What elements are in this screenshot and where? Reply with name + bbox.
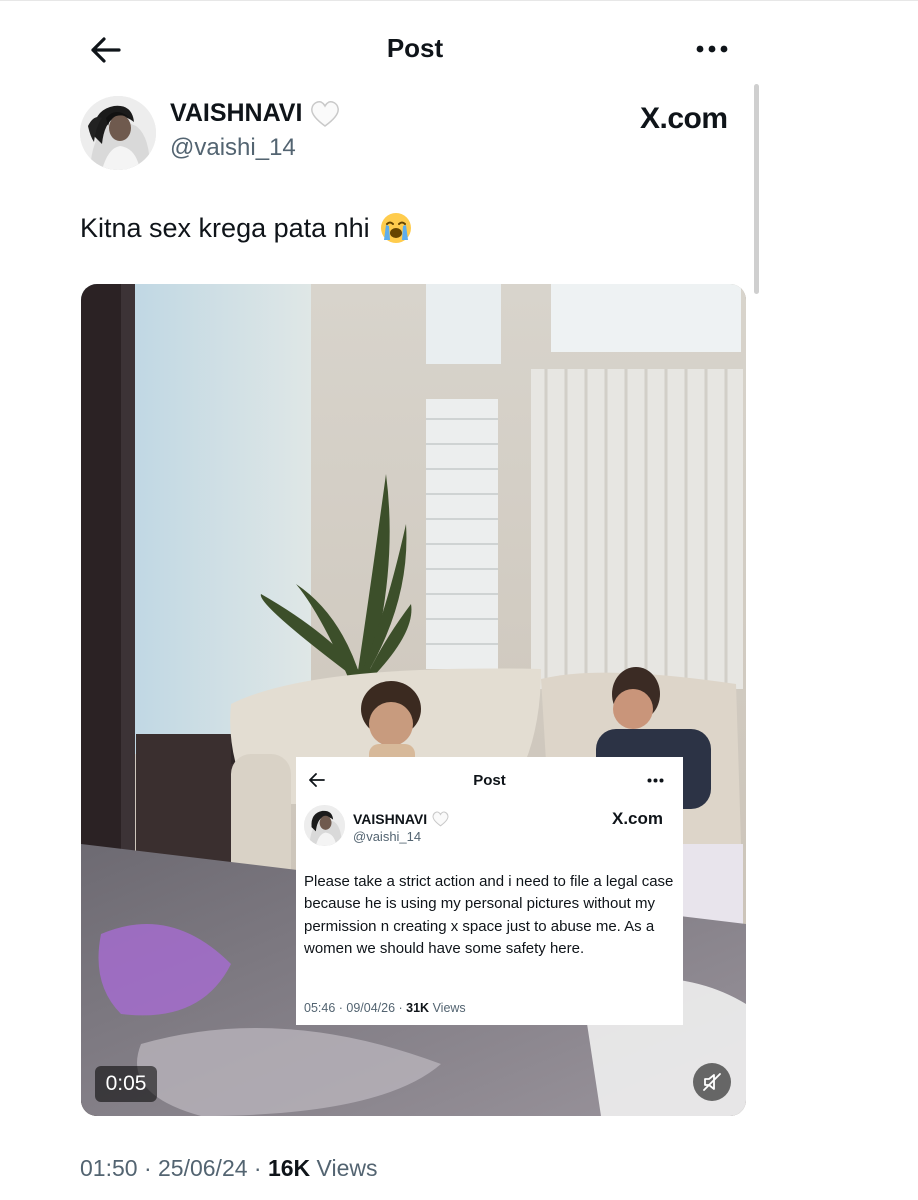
post-timestamp[interactable]: 01:50 · 25/06/24 · (80, 1155, 268, 1181)
post-author: VAISHNAVI @vaishi_14 X.com (80, 96, 760, 170)
display-name-text: VAISHNAVI (170, 99, 303, 127)
loudly-crying-face-icon (380, 213, 411, 243)
views-label: Views (310, 1155, 378, 1181)
embedded-views-count: 31K (406, 1001, 430, 1015)
handle[interactable]: @vaishi_14 (170, 134, 296, 162)
embedded-post-screenshot: Post VAISHNAVI @vaishi_14 X.com Please t… (296, 757, 683, 1025)
more-dots-icon (647, 778, 663, 782)
post-meta: 01:50 · 25/06/24 · 16K Views (80, 1155, 378, 1182)
video-time-badge: 0:05 (95, 1066, 157, 1102)
embedded-handle: @vaishi_14 (353, 829, 422, 844)
display-name[interactable]: VAISHNAVI (170, 99, 340, 128)
embedded-post-text: Please take a strict action and i need t… (304, 873, 674, 958)
embedded-more-dots (644, 771, 666, 789)
embedded-display-name-text: VAISHNAVI (353, 811, 428, 827)
mute-button[interactable] (693, 1063, 731, 1101)
embedded-timestamp: 05:46 · 09/04/26 · (304, 1001, 407, 1015)
more-options-button[interactable] (692, 34, 732, 64)
post-text-content: Kitna sex krega pata nhi (80, 212, 370, 243)
white-heart-icon (432, 811, 449, 827)
views-count[interactable]: 16K (268, 1155, 310, 1181)
more-dots-icon (696, 45, 728, 53)
embedded-title: Post (473, 772, 506, 789)
white-heart-icon (311, 100, 340, 127)
embedded-avatar (304, 805, 345, 846)
embedded-xcom-watermark: X.com (612, 809, 664, 828)
embedded-post-meta: 05:46 · 09/04/26 · 31K Views (304, 1001, 466, 1015)
avatar[interactable] (80, 96, 156, 170)
muted-speaker-icon (703, 1073, 721, 1091)
embedded-display-name: VAISHNAVI (353, 811, 449, 827)
embedded-views-label: Views (429, 1001, 466, 1015)
xcom-watermark: X.com (640, 102, 728, 135)
post-text: Kitna sex krega pata nhi (80, 212, 412, 244)
post-header: Post (0, 0, 918, 96)
